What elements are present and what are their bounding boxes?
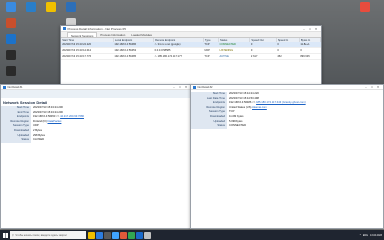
detail-text: 5.09Kbytes — [229, 119, 243, 123]
search-input[interactable]: ⚲ Чтобы начать поиск, введите здесь запр… — [10, 231, 86, 239]
detail-text: CLOSED — [33, 138, 45, 142]
app-icon — [63, 27, 66, 30]
app-icon — [6, 34, 16, 44]
window-title: Process Detail Information - Net Process… — [67, 26, 126, 31]
detail-text: 2023/07/13 15:43:24.200 — [33, 110, 63, 114]
clock[interactable]: 13.04.2023 — [370, 234, 382, 237]
detail-label: Status — [1, 138, 31, 143]
language-indicator[interactable]: ENG — [363, 234, 368, 237]
table-cell: ACTIVE — [218, 53, 250, 60]
taskbar-app-icon[interactable] — [136, 231, 143, 239]
detail-text: 2 Bytes — [33, 128, 42, 132]
app-icon — [193, 85, 196, 89]
table-cell: <- 185.180.174.117:177 — [153, 53, 204, 60]
start-button[interactable] — [0, 230, 10, 240]
search-placeholder: Чтобы начать поиск, введите здесь запрос — [15, 233, 67, 237]
pane-titlebar: Net Detail #2 – □ ✕ — [191, 85, 383, 90]
taskbar-app-icon[interactable] — [128, 231, 135, 239]
detail-value: CLOSED — [31, 138, 191, 143]
pane-header — [1, 90, 191, 98]
detail-text: Finland (FI) — [33, 119, 48, 123]
detail-text: 298 Bytes — [33, 133, 45, 137]
taskbar-app-icon[interactable] — [104, 231, 111, 239]
process-detail-window: Process Detail Information - Net Process… — [60, 25, 322, 91]
detail-text: 2023/07/13 15:43:24.200 — [33, 106, 63, 109]
desktop-icon[interactable] — [4, 34, 18, 44]
app-icon — [6, 2, 16, 12]
desktop-icon[interactable] — [4, 18, 18, 28]
close-icon[interactable]: ✕ — [313, 27, 319, 31]
table-cell: 899 645 — [299, 53, 321, 60]
desktop-icon[interactable] — [24, 2, 38, 12]
desktop-icon[interactable] — [64, 2, 78, 12]
chevron-up-icon[interactable]: ^ — [360, 234, 361, 237]
detail-label: Status — [191, 124, 227, 129]
tab-loaded-modules[interactable]: Loaded Modules — [128, 32, 155, 37]
detail-text: United States (US) — [229, 105, 253, 109]
system-tray: ^ ENG 13.04.2023 — [360, 234, 384, 237]
detail-text: 192.168.6.4:56486 <> — [229, 101, 257, 105]
taskbar-app-icon[interactable] — [96, 231, 103, 239]
detail-row: Status CLOSED — [1, 138, 191, 143]
detail-text: 11.0M bytes — [229, 114, 244, 118]
detail-heading: Network Session Detail — [3, 99, 48, 105]
desktop-icon[interactable] — [44, 2, 58, 12]
detail-pane-right: Net Detail #2 – □ ✕ Start Time 2023/07/13… — [190, 84, 384, 229]
windows-icon — [2, 232, 8, 238]
detail-row: Status CONNECTED — [191, 124, 383, 129]
taskbar-app-icon[interactable] — [120, 231, 127, 239]
tab-process-information[interactable]: Process Information — [97, 32, 128, 37]
desktop-icon[interactable] — [4, 50, 18, 60]
taskbar-app-icon[interactable] — [112, 231, 119, 239]
detail-text: 2023/07/13 15:44:53.498 — [229, 96, 259, 100]
detail-link[interactable]: Akamai.com — [252, 106, 267, 109]
detail-text: TCP — [229, 110, 235, 114]
sessions-table: Start Time Local Endpoint Remote Endpoint T… — [61, 38, 322, 60]
detail-text: 192.168.6.4:56453 <> — [33, 115, 61, 119]
detail-link[interactable]: 44.217.200.93:7680 — [60, 115, 84, 118]
desktop-icon[interactable] — [4, 66, 18, 76]
app-icon — [3, 85, 6, 89]
table-cell: 2023/07/13 15:43:17.776 — [61, 53, 114, 60]
table-cell: 452 — [276, 53, 300, 60]
desktop-icon[interactable] — [4, 2, 18, 12]
app-icon — [46, 2, 56, 12]
table-cell: 192.168.6.4:56485 — [113, 53, 154, 60]
close-icon[interactable]: ✕ — [183, 85, 189, 89]
taskbar-app-icon[interactable] — [144, 231, 151, 239]
detail-value: CONNECTED — [227, 124, 383, 129]
table-cell: TCP — [203, 53, 219, 60]
pane-title: Net Detail #1 — [7, 85, 23, 89]
app-icon — [26, 2, 36, 12]
detail-text: UDP — [33, 124, 39, 128]
close-icon[interactable]: ✕ — [375, 85, 381, 89]
table-cell: 2 617 — [249, 53, 277, 60]
tab-network-sessions[interactable]: Network Sessions — [67, 32, 98, 38]
detail-pane-left: Net Detail #1 – □ ✕ Network Session Deta… — [0, 84, 192, 229]
app-icon — [6, 66, 16, 76]
search-icon: ⚲ — [12, 233, 14, 237]
app-icon — [6, 50, 16, 60]
detail-text: 2023/07/13 15:44:24.220 — [229, 92, 259, 95]
pane-title: Net Detail #2 — [197, 85, 213, 89]
app-icon — [6, 18, 16, 28]
taskbar-app-icon[interactable] — [88, 231, 95, 239]
table-row[interactable]: 2023/07/13 15:43:17.776 192.168.6.4:56485… — [61, 53, 321, 60]
clock-date: 13.04.2023 — [370, 233, 382, 237]
taskbar-apps — [88, 231, 151, 239]
desktop-icon[interactable] — [358, 2, 372, 12]
detail-text: CONNECTED — [229, 124, 247, 128]
app-icon — [66, 2, 76, 12]
detail-link[interactable]: 185.180.174.117:443 (Gravity-ghost.com) — [256, 101, 306, 104]
app-icon — [360, 2, 370, 12]
detail-link[interactable]: DataPacket — [48, 120, 62, 123]
taskbar: ⚲ Чтобы начать поиск, введите здесь запр… — [0, 230, 384, 240]
